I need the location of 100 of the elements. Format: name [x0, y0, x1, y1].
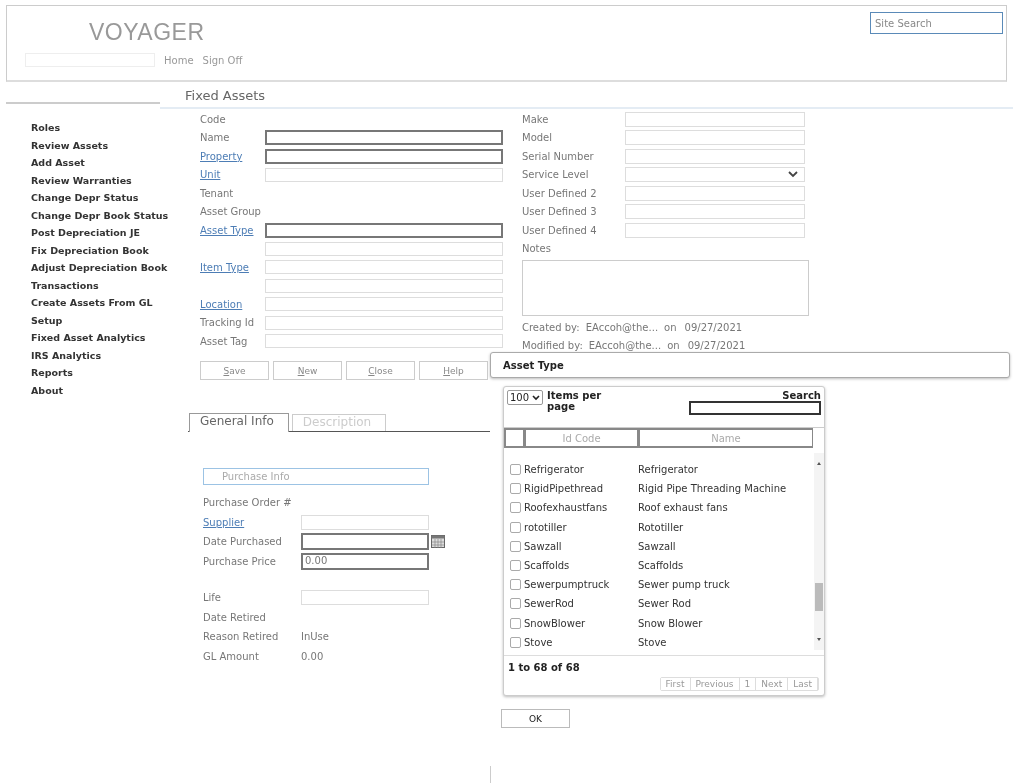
row-checkbox[interactable]: [510, 617, 521, 629]
name-cell-text: Scaffolds: [638, 560, 685, 572]
field-label: Notes: [522, 243, 551, 255]
sidebar-item[interactable]: Post Depreciation JE: [31, 224, 140, 242]
sidebar-item[interactable]: Roles: [31, 119, 61, 137]
id-code-cell-text: RigidPipethread: [524, 483, 605, 495]
id-code-cell-text: SnowBlower: [524, 617, 587, 629]
field-label: Serial Number: [522, 150, 594, 162]
sidebar-item[interactable]: Review Warranties: [31, 171, 132, 189]
calendar-icon[interactable]: [431, 535, 445, 549]
name-cell-text: Rigid Pipe Threading Machine: [638, 483, 788, 495]
field-label: Reason Retired: [203, 631, 279, 643]
field-link[interactable]: Supplier: [203, 516, 245, 528]
audit-date: 09/27/2021: [684, 321, 743, 333]
sidebar-item[interactable]: Adjust Depreciation Book: [31, 259, 168, 277]
site-search-field[interactable]: Site Search: [870, 12, 1003, 34]
field-label: Purchase Price: [203, 555, 276, 567]
row-checkbox[interactable]: [510, 464, 521, 476]
field-label: Life: [203, 592, 222, 604]
ok-button[interactable]: OK: [501, 709, 570, 728]
field-label: Name: [200, 132, 230, 144]
field-label: User Defined 4: [522, 224, 597, 236]
row-checkbox[interactable]: [510, 560, 521, 572]
field-label: User Defined 3: [522, 206, 597, 218]
date-field[interactable]: [301, 533, 429, 551]
field-label: Code: [200, 113, 226, 125]
row-checkbox[interactable]: [510, 540, 521, 552]
page-title: Fixed Assets: [160, 83, 1013, 109]
chevron-down-icon: [532, 394, 541, 401]
field-link[interactable]: Asset Type: [200, 224, 254, 236]
field-label: Asset Group: [200, 206, 261, 218]
sidebar-item[interactable]: Transactions: [31, 276, 99, 294]
field-label: Model: [522, 132, 553, 144]
sidebar-item[interactable]: Change Depr Status: [31, 189, 139, 207]
row-checkbox[interactable]: [510, 502, 521, 514]
field-label: Make: [522, 113, 549, 125]
field-value: InUse: [301, 631, 329, 643]
name-cell-text: Roof exhaust fans: [638, 502, 729, 514]
row-checkbox[interactable]: [510, 579, 521, 591]
id-code-cell-text: Scaffolds: [524, 560, 571, 572]
sidebar-item[interactable]: Change Depr Book Status: [31, 206, 169, 224]
header-cell: [504, 428, 524, 448]
name-cell-text: Refrigerator: [638, 464, 699, 476]
name-cell-text: Rototiller: [638, 521, 685, 533]
form-button[interactable]: Save: [200, 361, 269, 380]
audit-on: on: [667, 340, 680, 352]
search-label: Search: [782, 390, 821, 401]
name-cell-text: Snow Blower: [638, 617, 704, 629]
sidebar-item[interactable]: Reports: [31, 364, 73, 382]
sidebar-item[interactable]: Review Assets: [31, 136, 109, 154]
audit-label: Modified by:: [522, 340, 583, 352]
chevron-down-icon: [788, 171, 798, 179]
per-page-label: Items per page: [547, 390, 603, 412]
id-code-cell-text: rototiller: [524, 521, 568, 533]
id-code-cell-text: Roofexhaustfans: [524, 502, 609, 514]
sidebar-item[interactable]: Fix Depreciation Book: [31, 241, 149, 259]
search-field[interactable]: [689, 401, 821, 415]
id-code-cell-text: SewerRod: [524, 598, 575, 610]
row-checkbox[interactable]: [510, 598, 521, 610]
row-checkbox[interactable]: [510, 521, 521, 533]
form-button[interactable]: Help: [419, 361, 488, 380]
sidebar-item[interactable]: About: [31, 381, 63, 399]
field-label: GL Amount: [203, 650, 259, 662]
text-field[interactable]: [265, 148, 503, 164]
sidebar-item[interactable]: IRS Analytics: [31, 346, 102, 364]
sidebar-item[interactable]: Create Assets From GL: [31, 294, 153, 312]
field-label: Tenant: [200, 187, 234, 199]
field-label: Date Purchased: [203, 536, 282, 548]
form-button[interactable]: New: [273, 361, 342, 380]
sidebar-item[interactable]: Add Asset: [31, 154, 85, 172]
per-page-select[interactable]: 100: [507, 390, 544, 405]
sidebar-item[interactable]: Setup: [31, 311, 63, 329]
name-cell-text: Sawzall: [638, 540, 677, 552]
field-link[interactable]: Location: [200, 298, 243, 310]
field-link[interactable]: Item Type: [200, 261, 249, 273]
nav-link[interactable]: Home: [164, 54, 194, 66]
form-button[interactable]: Close: [346, 361, 415, 380]
text-field[interactable]: 0.00: [301, 552, 429, 570]
notes-field[interactable]: [522, 260, 809, 316]
tab[interactable]: General Info: [189, 413, 289, 432]
select-field[interactable]: [625, 167, 805, 183]
sidebar-item[interactable]: Fixed Asset Analytics: [31, 329, 146, 347]
field-label: Date Retired: [203, 611, 266, 623]
audit-on: on: [664, 321, 677, 333]
name-cell-text: Stove: [638, 636, 668, 648]
id-code-cell-text: Stove: [524, 636, 554, 648]
field-label: Purchase Order #: [203, 497, 292, 509]
row-checkbox[interactable]: [510, 636, 521, 648]
field-label: User Defined 2: [522, 187, 597, 199]
text-field[interactable]: [265, 130, 503, 146]
section-legend: Purchase Info: [203, 468, 429, 485]
nav-link[interactable]: Sign Off: [202, 54, 243, 66]
field-label: Asset Tag: [200, 335, 248, 347]
name-cell-text: Sewer pump truck: [638, 579, 731, 591]
audit-label: Created by:: [522, 321, 580, 333]
field-link[interactable]: Unit: [200, 169, 221, 181]
text-field[interactable]: [265, 222, 503, 238]
field-link[interactable]: Property: [200, 150, 243, 162]
results-summary: 1 to 68 of 68: [508, 662, 580, 673]
row-checkbox[interactable]: [510, 483, 521, 495]
